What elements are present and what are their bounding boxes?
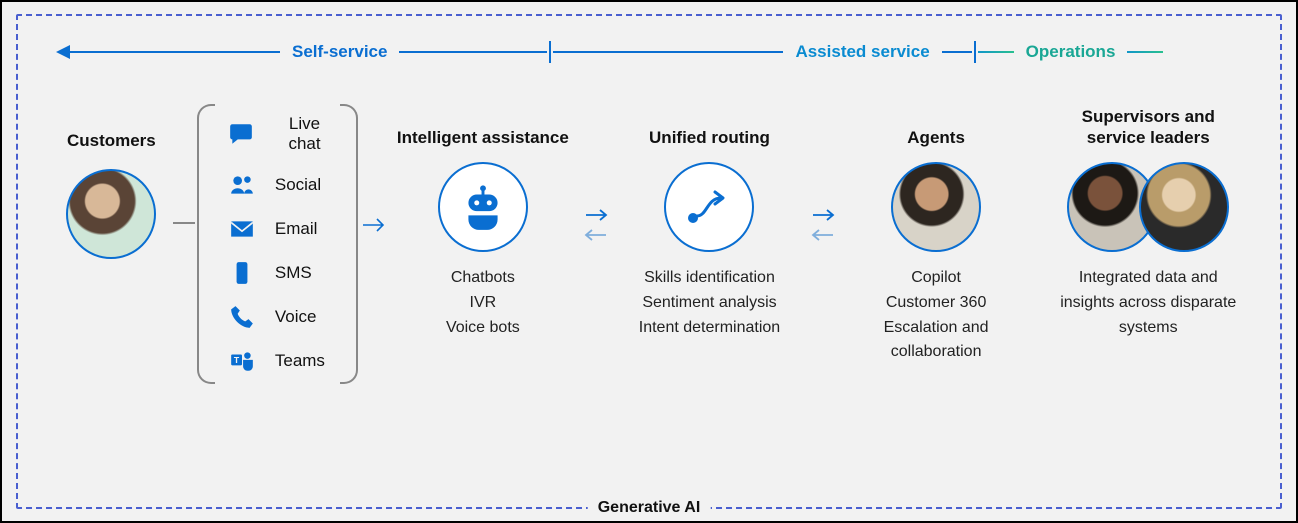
svg-text:T: T	[234, 355, 240, 365]
customer-photo	[66, 169, 156, 259]
channel-label: Email	[275, 219, 318, 239]
timeline-tick	[974, 41, 976, 63]
timeline-tick	[549, 41, 551, 63]
intelligent-items: Chatbots IVR Voice bots	[446, 266, 520, 340]
email-icon	[227, 216, 257, 242]
chat-icon	[227, 121, 255, 147]
list-item: Skills identification	[639, 266, 780, 291]
teams-icon: T	[227, 348, 257, 374]
timeline-line	[399, 51, 547, 54]
channel-label: Live chat	[273, 114, 336, 154]
list-item: Voice bots	[446, 316, 520, 341]
diagram-dashed-frame: Self-service Assisted service Operations…	[16, 14, 1282, 509]
bracket-left-icon	[197, 104, 215, 384]
agents-title: Agents	[907, 104, 965, 148]
channel-email: Email	[227, 216, 336, 242]
routing-items: Skills identification Sentiment analysis…	[639, 266, 780, 340]
timeline-line	[978, 51, 1014, 54]
routing-icon	[664, 162, 754, 252]
voice-icon	[227, 304, 257, 330]
flow-arrow-icon	[360, 180, 387, 270]
timeline-label-operations: Operations	[1014, 42, 1128, 62]
list-item: Customer 360	[847, 291, 1026, 316]
intelligent-assistance-column: Intelligent assistance Chatbots IVR Voic…	[393, 104, 572, 340]
bracket-right-icon	[340, 104, 358, 384]
timeline-label-assisted-service: Assisted service	[783, 42, 941, 62]
footer-label: Generative AI	[588, 499, 711, 517]
diagram-outer-frame: Self-service Assisted service Operations…	[0, 0, 1298, 523]
timeline-line	[70, 51, 280, 54]
channel-label: Voice	[275, 307, 317, 327]
customers-title: Customers	[67, 130, 156, 151]
agents-column: Agents Copilot Customer 360 Escalation a…	[847, 104, 1026, 365]
channel-label: Teams	[275, 351, 325, 371]
connector-line	[173, 222, 195, 224]
bidirectional-arrow-icon	[578, 180, 614, 270]
sms-icon	[227, 260, 257, 286]
routing-title: Unified routing	[649, 104, 770, 148]
supervisor-photo	[1139, 162, 1229, 252]
customers-column: Customers	[56, 130, 167, 273]
supervisor-photos	[1067, 162, 1229, 252]
list-item: Escalation and collaboration	[847, 316, 1026, 366]
bot-icon	[438, 162, 528, 252]
channel-sms: SMS	[227, 260, 336, 286]
agents-items: Copilot Customer 360 Escalation and coll…	[847, 266, 1026, 365]
service-timeline: Self-service Assisted service Operations	[56, 24, 1242, 80]
channel-label: SMS	[275, 263, 312, 283]
channel-voice: Voice	[227, 304, 336, 330]
supervisors-column: Supervisors and service leaders Integrat…	[1055, 104, 1242, 340]
timeline-line	[942, 51, 972, 54]
diagram-main-row: Customers Live chat	[56, 104, 1242, 384]
list-item: Intent determination	[639, 316, 780, 341]
timeline-line	[1127, 51, 1163, 54]
social-icon	[227, 172, 257, 198]
channel-teams: T Teams	[227, 348, 336, 374]
channels-column: Live chat Social Email	[201, 104, 354, 384]
channel-label: Social	[275, 175, 321, 195]
list-item: Chatbots	[446, 266, 520, 291]
timeline-arrow-left-icon	[56, 45, 70, 59]
list-item: Copilot	[847, 266, 1026, 291]
unified-routing-column: Unified routing Skills identification Se…	[620, 104, 799, 340]
timeline-label-self-service: Self-service	[280, 42, 399, 62]
intelligent-title: Intelligent assistance	[397, 104, 569, 148]
list-item: Sentiment analysis	[639, 291, 780, 316]
bidirectional-arrow-icon	[805, 180, 841, 270]
channel-live-chat: Live chat	[227, 114, 336, 154]
supervisors-title: Supervisors and service leaders	[1055, 104, 1242, 148]
channels-list: Live chat Social Email	[201, 104, 354, 384]
timeline-line	[553, 51, 783, 54]
agent-photo	[891, 162, 981, 252]
list-item: IVR	[446, 291, 520, 316]
supervisors-desc: Integrated data and insights across disp…	[1055, 266, 1242, 340]
channel-social: Social	[227, 172, 336, 198]
